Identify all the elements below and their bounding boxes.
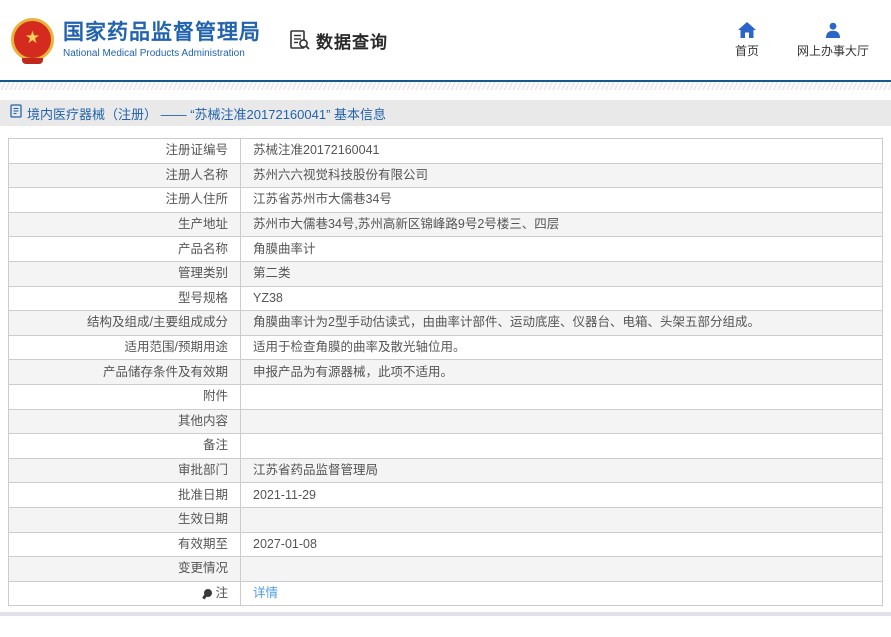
footer-strip <box>0 612 891 617</box>
table-row: 批准日期 2021-11-29 <box>8 482 883 508</box>
table-row: 适用范围/预期用途 适用于检查角膜的曲率及散光轴位用。 <box>8 334 883 361</box>
info-table: 注册证编号 苏械注准20172160041 注册人名称 苏州六六视觉科技股份有限公司注… <box>8 138 883 607</box>
hatch-pattern-band <box>0 82 891 90</box>
row-value: 第二类 <box>240 260 883 287</box>
table-row: 注册证编号 苏械注准20172160041 <box>8 138 883 164</box>
row-value: 2021-11-29 <box>240 482 883 508</box>
site-title: 国家药品监督管理局 <box>63 21 261 45</box>
row-value: 详情 <box>240 580 883 607</box>
header-nav: 首页 网上办事大厅 <box>734 21 881 59</box>
row-label: 审批部门 <box>8 457 241 484</box>
table-row: 注册人住所 江苏省苏州市大儒巷34号 <box>8 187 883 213</box>
row-label: 批准日期 <box>8 482 241 508</box>
data-query-section[interactable]: 数据查询 <box>289 28 388 53</box>
table-row: 产品储存条件及有效期 申报产品为有源器械，此项不适用。 <box>8 359 883 385</box>
row-label: 型号规格 <box>8 285 241 312</box>
table-row: 管理类别 第二类 <box>8 260 883 287</box>
row-label: 其他内容 <box>8 408 241 435</box>
nav-home-label: 首页 <box>734 43 759 58</box>
row-label: 结构及组成/主要组成成分 <box>8 310 241 336</box>
home-icon <box>737 21 756 38</box>
row-label: 适用范围/预期用途 <box>8 334 241 361</box>
row-value: 苏州六六视觉科技股份有限公司 <box>240 162 883 189</box>
document-search-icon <box>289 29 311 51</box>
row-value: 申报产品为有源器械，此项不适用。 <box>240 359 883 385</box>
row-label: 有效期至 <box>8 531 241 558</box>
row-value <box>240 556 883 582</box>
row-label: 生产地址 <box>8 211 241 238</box>
row-value: 角膜曲率计为2型手动估读式，由曲率计部件、运动底座、仪器台、电箱、头架五部分组成… <box>240 310 883 336</box>
row-value: 苏州市大儒巷34号,苏州高新区锦峰路9号2号楼三、四层 <box>240 211 883 238</box>
row-label: 注 <box>8 580 241 607</box>
row-label: 管理类别 <box>8 260 241 287</box>
table-row: 结构及组成/主要组成成分 角膜曲率计为2型手动估读式，由曲率计部件、运动底座、仪器… <box>8 310 883 336</box>
row-value: 适用于检查角膜的曲率及散光轴位用。 <box>240 334 883 361</box>
table-row: 型号规格 YZ38 <box>8 285 883 312</box>
row-value: 角膜曲率计 <box>240 236 883 262</box>
row-label: 变更情况 <box>8 556 241 582</box>
table-row: 审批部门 江苏省药品监督管理局 <box>8 457 883 484</box>
table-row: 产品名称 角膜曲率计 <box>8 236 883 262</box>
national-emblem-logo <box>10 17 55 64</box>
row-value: 江苏省药品监督管理局 <box>240 457 883 484</box>
row-value <box>240 506 883 533</box>
page: 国家药品监督管理局 National Medical Products Admi… <box>0 0 891 637</box>
bulb-icon <box>204 588 213 597</box>
detail-link[interactable]: 详情 <box>253 586 278 600</box>
data-query-label: 数据查询 <box>316 32 388 52</box>
nav-service-hall[interactable]: 网上办事大厅 <box>797 22 869 59</box>
table-row: 生产地址 苏州市大儒巷34号,苏州高新区锦峰路9号2号楼三、四层 <box>8 211 883 238</box>
site-subtitle: National Medical Products Administration <box>63 47 245 59</box>
row-label: 附件 <box>8 383 241 410</box>
row-value: 苏械注准20172160041 <box>240 138 883 164</box>
table-row: 注详情 <box>8 580 883 607</box>
row-label: 生效日期 <box>8 506 241 533</box>
row-value: 2027-01-08 <box>240 531 883 558</box>
row-label: 注册人住所 <box>8 187 241 213</box>
row-label: 备注 <box>8 433 241 459</box>
site-header: 国家药品监督管理局 National Medical Products Admi… <box>0 0 891 80</box>
table-row: 其他内容 <box>8 408 883 435</box>
row-value: 江苏省苏州市大儒巷34号 <box>240 187 883 213</box>
row-label: 注册证编号 <box>8 138 241 164</box>
row-value <box>240 408 883 435</box>
row-value: YZ38 <box>240 285 883 312</box>
person-icon <box>825 22 841 38</box>
row-label: 注册人名称 <box>8 162 241 189</box>
site-title-block: 国家药品监督管理局 National Medical Products Admi… <box>63 21 261 58</box>
row-value <box>240 433 883 459</box>
table-row: 变更情况 <box>8 556 883 582</box>
row-label: 产品名称 <box>8 236 241 262</box>
nav-home[interactable]: 首页 <box>734 21 759 59</box>
table-row: 有效期至 2027-01-08 <box>8 531 883 558</box>
table-row: 备注 <box>8 433 883 459</box>
row-label: 产品储存条件及有效期 <box>8 359 241 385</box>
document-icon <box>10 103 22 123</box>
table-row: 附件 <box>8 383 883 410</box>
table-row: 生效日期 <box>8 506 883 533</box>
nav-service-hall-label: 网上办事大厅 <box>796 43 869 58</box>
row-value <box>240 383 883 410</box>
info-table-body: 注册证编号 苏械注准20172160041 注册人名称 苏州六六视觉科技股份有限公司注… <box>8 138 883 607</box>
breadcrumb-text: 境内医疗器械（注册） —— “苏械注准20172160041” 基本信息 <box>27 106 387 122</box>
table-row: 注册人名称 苏州六六视觉科技股份有限公司 <box>8 162 883 189</box>
breadcrumb: 境内医疗器械（注册） —— “苏械注准20172160041” 基本信息 <box>0 100 891 126</box>
